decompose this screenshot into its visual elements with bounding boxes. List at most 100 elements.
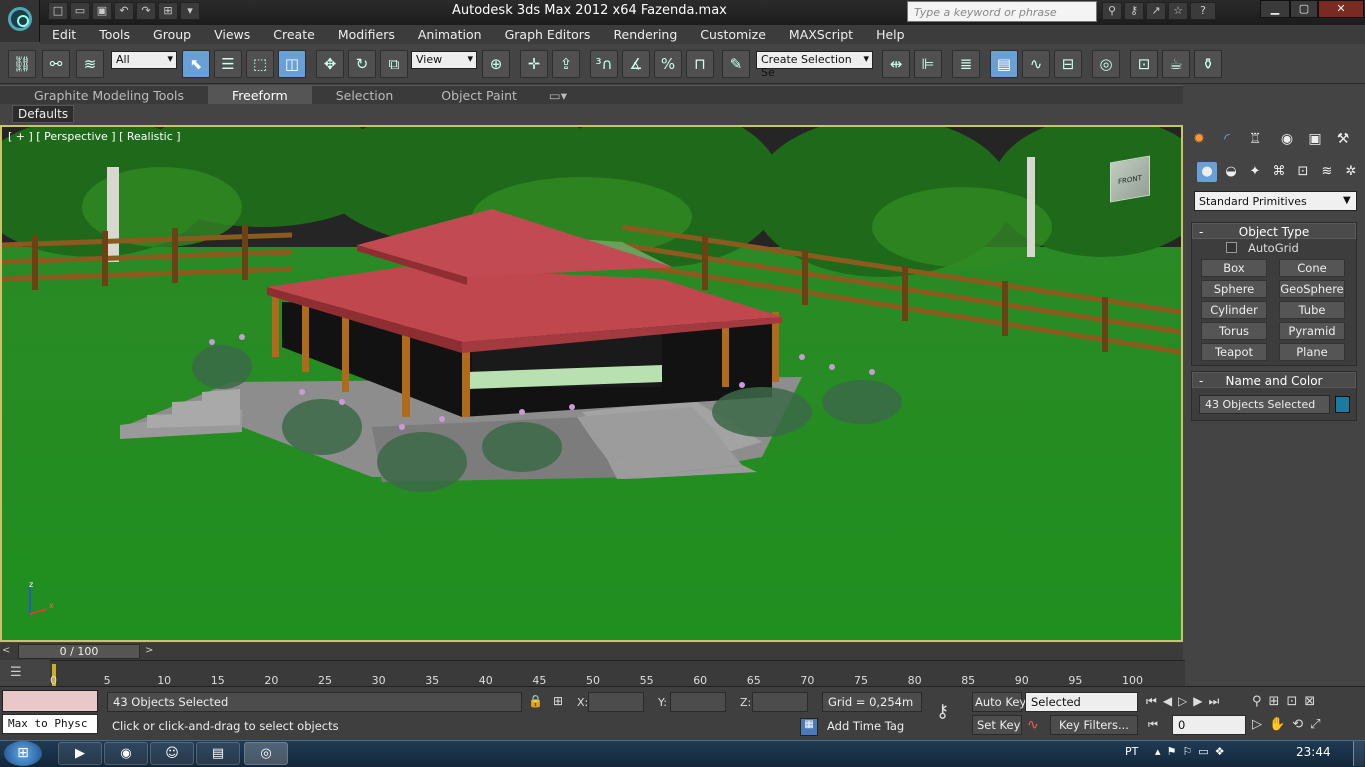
align-icon[interactable]: ⊫ xyxy=(914,50,942,78)
object-name-field[interactable]: 43 Objects Selected xyxy=(1199,395,1330,414)
go-to-start-icon[interactable]: ⏮ xyxy=(1146,694,1163,708)
selection-filter-dropdown[interactable]: All xyxy=(111,51,177,69)
cylinder-button[interactable]: Cylinder xyxy=(1201,301,1267,319)
open-file-icon[interactable]: ▭ xyxy=(70,2,90,20)
play-icon[interactable]: ▷ xyxy=(1178,694,1193,708)
modify-panel-icon[interactable]: ◜ xyxy=(1216,131,1238,151)
utilities-panel-icon[interactable]: ⚒ xyxy=(1332,131,1354,151)
motion-panel-icon[interactable]: ◉ xyxy=(1276,131,1298,151)
object-type-header[interactable]: - Object Type xyxy=(1192,223,1356,239)
clock[interactable]: 23:44 xyxy=(1296,745,1331,759)
geosphere-button[interactable]: GeoSphere xyxy=(1279,280,1345,298)
torus-button[interactable]: Torus xyxy=(1201,322,1267,340)
add-time-tag-icon[interactable]: ▦ xyxy=(800,718,818,736)
field-of-view-icon[interactable]: ▷ xyxy=(1252,717,1269,732)
time-slider-track[interactable] xyxy=(0,643,1183,660)
maximize-viewport-icon[interactable]: ⤢ xyxy=(1310,717,1327,732)
spinner-snap-icon[interactable]: ⊓ xyxy=(686,50,714,78)
explorer-icon[interactable]: ▤ xyxy=(196,742,240,765)
curve-editor-icon[interactable]: ∿ xyxy=(1022,50,1050,78)
helpers-icon[interactable]: ⊡ xyxy=(1293,162,1313,182)
tray-arrow-icon[interactable]: ▴ xyxy=(1155,745,1167,758)
zoom-extents-icon[interactable]: ⊡ xyxy=(1286,694,1304,709)
set-key-button[interactable]: Set Key xyxy=(972,715,1022,735)
named-selection-dropdown[interactable]: Create Selection Se xyxy=(756,51,873,79)
plane-button[interactable]: Plane xyxy=(1279,343,1345,361)
pan-icon[interactable]: ✋ xyxy=(1269,717,1292,732)
menu-create[interactable]: Create xyxy=(261,25,326,44)
create-panel-icon[interactable]: ✹ xyxy=(1188,131,1210,151)
keyboard-shortcut-icon[interactable]: ⇪ xyxy=(552,50,580,78)
viewport-label[interactable]: [ + ] [ Perspective ] [ Realistic ] xyxy=(8,130,181,143)
key-curve-icon[interactable]: ∿ xyxy=(1027,717,1039,733)
absolute-mode-icon[interactable]: ⊞ xyxy=(553,694,563,708)
menu-rendering[interactable]: Rendering xyxy=(601,25,688,44)
sphere-button[interactable]: Sphere xyxy=(1201,280,1267,298)
media-player-icon[interactable]: ▶ xyxy=(58,742,102,765)
material-editor-icon[interactable]: ◎ xyxy=(1092,50,1120,78)
new-file-icon[interactable]: □ xyxy=(48,2,68,20)
hierarchy-panel-icon[interactable]: ♖ xyxy=(1244,131,1266,151)
application-menu-button[interactable] xyxy=(0,0,40,42)
time-slider[interactable]: 0 / 100 xyxy=(18,644,140,659)
key-icon[interactable]: ⚷ xyxy=(1124,2,1144,20)
help-icon[interactable]: ? xyxy=(1190,2,1216,20)
tray-monitor-icon[interactable]: ▭ xyxy=(1198,745,1214,758)
project-folder-icon[interactable]: ⊞ xyxy=(158,2,178,20)
customize-qat-icon[interactable]: ▾ xyxy=(180,2,200,20)
language-indicator[interactable]: PT xyxy=(1125,745,1138,758)
defaults-button[interactable]: Defaults xyxy=(12,105,75,123)
tab-freeform[interactable]: Freeform xyxy=(208,86,312,104)
tray-dropbox-icon[interactable]: ❖ xyxy=(1215,745,1231,758)
tube-button[interactable]: Tube xyxy=(1279,301,1345,319)
zoom-all-icon[interactable]: ⊞ xyxy=(1269,694,1287,709)
mirror-icon[interactable]: ⇹ xyxy=(882,50,910,78)
shapes-icon[interactable]: ◒ xyxy=(1221,162,1241,182)
minimize-button[interactable]: ▁ xyxy=(1260,0,1290,18)
mini-curve-editor-icon[interactable]: ☰ xyxy=(10,665,22,680)
maxscript-listener-input[interactable]: Max to Physc xyxy=(2,714,98,734)
geometry-icon[interactable]: ● xyxy=(1197,162,1217,182)
redo-icon[interactable]: ↷ xyxy=(136,2,156,20)
menu-help[interactable]: Help xyxy=(864,25,916,44)
go-to-end-icon[interactable]: ⏭ xyxy=(1209,694,1226,708)
autogrid-checkbox[interactable] xyxy=(1226,242,1237,253)
chrome-icon[interactable]: ◉ xyxy=(104,742,148,765)
menu-customize[interactable]: Customize xyxy=(688,25,777,44)
undo-icon[interactable]: ↶ xyxy=(114,2,134,20)
select-manipulate-icon[interactable]: ✛ xyxy=(520,50,548,78)
lock-selection-icon[interactable]: 🔒 xyxy=(528,694,543,708)
orbit-icon[interactable]: ⟲ xyxy=(1292,717,1310,732)
add-time-tag-button[interactable]: Add Time Tag xyxy=(822,717,922,737)
move-icon[interactable]: ✥ xyxy=(316,50,344,78)
set-key-mode-icon[interactable]: ⚷ xyxy=(936,701,949,722)
current-frame-field[interactable]: 0 xyxy=(1172,715,1246,735)
render-teapot-icon[interactable]: ⚱ xyxy=(1194,50,1222,78)
snaps-toggle-icon[interactable]: ³∩ xyxy=(590,50,618,78)
object-color-swatch[interactable] xyxy=(1335,396,1350,413)
layer-manager-icon[interactable]: ≣ xyxy=(952,50,980,78)
select-object-icon[interactable]: ⬉ xyxy=(182,50,210,78)
rotate-icon[interactable]: ↻ xyxy=(348,50,376,78)
menu-tools[interactable]: Tools xyxy=(87,25,141,44)
tab-graphite-modeling-tools[interactable]: Graphite Modeling Tools xyxy=(0,86,208,104)
menu-views[interactable]: Views xyxy=(202,25,261,44)
rectangular-selection-icon[interactable]: ⬚ xyxy=(246,50,274,78)
unlink-icon[interactable]: ⚯ xyxy=(42,50,70,78)
menu-modifiers[interactable]: Modifiers xyxy=(326,25,406,44)
tab-selection[interactable]: Selection xyxy=(312,86,418,104)
bind-spacewarp-icon[interactable]: ≋ xyxy=(76,50,104,78)
teapot-button[interactable]: Teapot xyxy=(1201,343,1267,361)
primitive-category-dropdown[interactable]: Standard Primitives xyxy=(1194,191,1357,211)
menu-graph-editors[interactable]: Graph Editors xyxy=(493,25,602,44)
show-desktop-button[interactable] xyxy=(1353,741,1364,766)
window-crossing-icon[interactable]: ◫ xyxy=(278,50,306,78)
previous-frame-icon[interactable]: < xyxy=(2,645,10,656)
viewcube[interactable]: FRONT xyxy=(1110,155,1150,203)
tray-network-icon[interactable]: ⚐ xyxy=(1182,745,1198,758)
search-input[interactable]: Type a keyword or phrase xyxy=(907,1,1097,22)
name-and-color-header[interactable]: - Name and Color xyxy=(1192,372,1356,388)
menu-edit[interactable]: Edit xyxy=(40,25,87,44)
select-by-name-icon[interactable]: ☰ xyxy=(214,50,242,78)
rendered-frame-icon[interactable]: ☕ xyxy=(1162,50,1190,78)
